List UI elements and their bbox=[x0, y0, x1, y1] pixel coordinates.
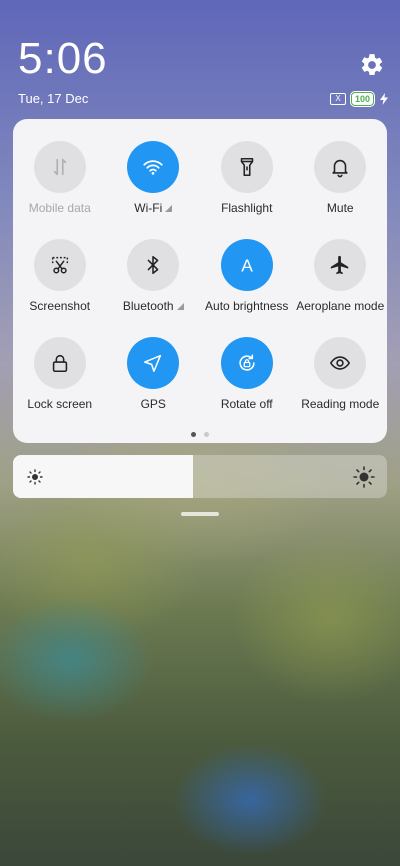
tile-reading-mode[interactable]: Reading mode bbox=[294, 337, 388, 421]
eye-icon bbox=[330, 356, 351, 370]
tile-aeroplane-mode[interactable]: Aeroplane mode bbox=[294, 239, 388, 323]
quick-settings-panel: Mobile data Wi-Fi Flashlight Mute Screenshot… bbox=[13, 119, 387, 443]
tile-label: Lock screen bbox=[27, 397, 92, 411]
page-indicator bbox=[13, 432, 387, 437]
tile-label: Auto brightness bbox=[205, 299, 288, 313]
rotate-lock-icon bbox=[239, 354, 255, 371]
tile-bluetooth[interactable]: Bluetooth bbox=[107, 239, 201, 323]
tile-label: Mobile data bbox=[29, 201, 91, 215]
tile-gps[interactable]: GPS bbox=[107, 337, 201, 421]
tile-button-flashlight[interactable] bbox=[220, 141, 273, 193]
tile-button-wi-fi[interactable] bbox=[127, 141, 180, 193]
scissors-icon bbox=[51, 256, 68, 274]
tile-label-text: Mute bbox=[326, 201, 354, 215]
tile-label-text: Auto brightness bbox=[205, 299, 289, 313]
page-dot[interactable] bbox=[191, 432, 196, 437]
bluetooth-icon bbox=[147, 255, 159, 275]
tile-label-text: Reading mode bbox=[301, 397, 380, 411]
tile-label: Mute bbox=[327, 201, 354, 215]
tile-lock-screen[interactable]: Lock screen bbox=[13, 337, 107, 421]
tile-button-reading-mode[interactable] bbox=[314, 337, 367, 389]
tile-button-mobile-data[interactable] bbox=[33, 141, 86, 193]
tile-mobile-data[interactable]: Mobile data bbox=[13, 141, 107, 225]
tile-label: GPS bbox=[141, 397, 166, 411]
brightness-high-icon bbox=[353, 466, 375, 488]
tile-button-rotate-off[interactable] bbox=[220, 337, 273, 389]
expand-arrow-icon[interactable] bbox=[165, 204, 173, 212]
tile-label-text: Bluetooth bbox=[122, 299, 174, 313]
tile-mute[interactable]: Mute bbox=[294, 141, 388, 225]
brightness-slider[interactable] bbox=[13, 455, 387, 498]
tile-auto-brightness[interactable]: A Auto brightness bbox=[200, 239, 294, 323]
tile-label-text: GPS bbox=[140, 397, 166, 411]
bell-icon bbox=[332, 159, 348, 178]
tile-button-mute[interactable] bbox=[314, 141, 367, 193]
tile-label: Wi-Fi bbox=[134, 201, 173, 215]
tile-button-auto-brightness[interactable]: A bbox=[220, 239, 273, 291]
expand-arrow-icon[interactable] bbox=[176, 302, 184, 310]
tile-flashlight[interactable]: Flashlight bbox=[200, 141, 294, 225]
date-text: Tue, 17 Dec bbox=[18, 91, 89, 106]
brightness-low-icon bbox=[27, 469, 43, 485]
tile-button-gps[interactable] bbox=[127, 337, 180, 389]
tile-label-text: Lock screen bbox=[27, 397, 93, 411]
gear-icon[interactable] bbox=[359, 52, 385, 78]
wifi-icon bbox=[143, 160, 163, 175]
drag-handle[interactable] bbox=[181, 512, 219, 516]
tile-wi-fi[interactable]: Wi-Fi bbox=[107, 141, 201, 225]
location-arrow-icon bbox=[144, 354, 162, 373]
tile-label-text: Flashlight bbox=[221, 201, 273, 215]
flashlight-icon bbox=[240, 157, 254, 177]
mobile-data-icon bbox=[53, 158, 67, 176]
tile-label-text: Screenshot bbox=[29, 299, 91, 313]
tile-button-lock-screen[interactable] bbox=[33, 337, 86, 389]
tile-label: Bluetooth bbox=[123, 299, 184, 313]
quick-settings-grid: Mobile data Wi-Fi Flashlight Mute Screenshot… bbox=[13, 141, 387, 421]
tile-label: Rotate off bbox=[221, 397, 273, 411]
charging-icon bbox=[380, 93, 389, 105]
tile-label: Screenshot bbox=[29, 299, 90, 313]
clock-time: 5:06 bbox=[18, 34, 108, 83]
tile-screenshot[interactable]: Screenshot bbox=[13, 239, 107, 323]
tile-button-aeroplane-mode[interactable] bbox=[314, 239, 367, 291]
tile-button-bluetooth[interactable] bbox=[127, 239, 180, 291]
tile-label-text: Mobile data bbox=[28, 201, 91, 215]
tile-label-text: Wi-Fi bbox=[134, 201, 163, 215]
tile-button-screenshot[interactable] bbox=[33, 239, 86, 291]
tile-label-text: Rotate off bbox=[220, 397, 273, 411]
sim-icon: X bbox=[330, 93, 346, 105]
tile-label: Flashlight bbox=[221, 201, 272, 215]
tile-label-text: Aeroplane mode bbox=[296, 299, 385, 313]
lock-icon bbox=[52, 354, 67, 373]
status-icons: X 100 bbox=[330, 92, 389, 106]
tile-label: Reading mode bbox=[301, 397, 379, 411]
letter-a-icon: A bbox=[241, 255, 253, 275]
page-dot[interactable] bbox=[204, 432, 209, 437]
airplane-icon bbox=[331, 255, 349, 275]
battery-icon: 100 bbox=[351, 92, 375, 106]
svg-text:A: A bbox=[241, 255, 253, 275]
tile-rotate-off[interactable]: Rotate off bbox=[200, 337, 294, 421]
tile-label: Aeroplane mode bbox=[296, 299, 384, 313]
